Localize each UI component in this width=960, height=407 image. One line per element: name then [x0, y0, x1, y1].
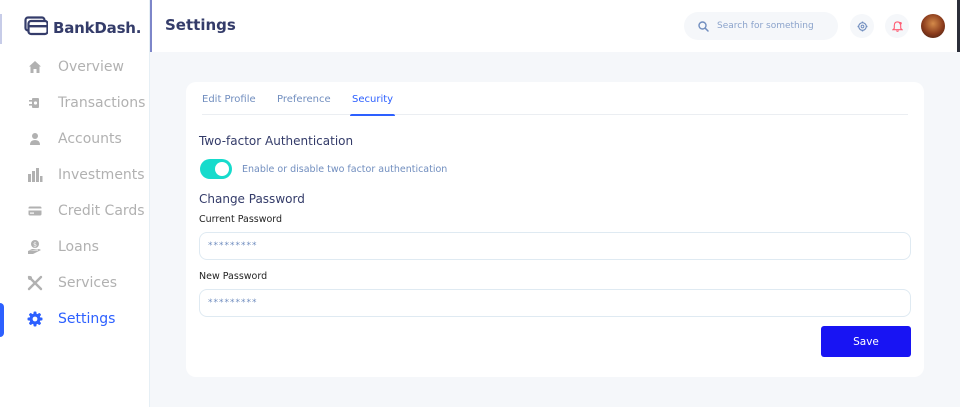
- transfer-icon: [26, 94, 44, 112]
- notifications-button[interactable]: [885, 14, 909, 38]
- sidebar-item-label: Overview: [58, 59, 124, 75]
- two-factor-description: Enable or disable two factor authenticat…: [242, 164, 448, 175]
- bell-icon: [891, 17, 903, 36]
- sidebar-item-overview[interactable]: Overview: [0, 49, 150, 85]
- search-bar[interactable]: [684, 12, 838, 40]
- app-name: BankDash.: [53, 19, 142, 37]
- settings-tabs: Edit Profile Preference Security: [202, 94, 908, 116]
- sidebar-item-label: Settings: [58, 311, 116, 327]
- sidebar-item-investments[interactable]: Investments: [0, 157, 150, 193]
- sidebar-item-label: Transactions: [58, 95, 146, 111]
- header: Settings: [150, 0, 960, 52]
- sidebar-item-label: Credit Cards: [58, 203, 145, 219]
- tab-edit-profile[interactable]: Edit Profile: [202, 94, 256, 115]
- change-password-title: Change Password: [199, 192, 305, 206]
- svg-text:$: $: [33, 241, 37, 248]
- tab-preference[interactable]: Preference: [277, 94, 331, 115]
- sidebar-item-label: Investments: [58, 167, 145, 183]
- tab-security[interactable]: Security: [349, 94, 396, 116]
- credit-card-icon: [26, 202, 44, 220]
- home-icon: [26, 58, 44, 76]
- sidebar-item-label: Accounts: [58, 131, 122, 147]
- page-title: Settings: [165, 16, 236, 34]
- sidebar-item-credit-cards[interactable]: Credit Cards: [0, 193, 150, 229]
- sidebar-item-settings[interactable]: Settings: [0, 301, 150, 337]
- settings-card: Edit Profile Preference Security Two-fac…: [186, 82, 924, 377]
- search-icon: [698, 17, 709, 36]
- logo[interactable]: BankDash.: [24, 16, 141, 40]
- gear-icon: [26, 310, 44, 328]
- current-password-label: Current Password: [199, 214, 283, 225]
- header-divider: [150, 0, 152, 52]
- services-icon: [26, 274, 44, 292]
- sidebar-item-transactions[interactable]: Transactions: [0, 85, 150, 121]
- main-content: Edit Profile Preference Security Two-fac…: [150, 52, 960, 407]
- sidebar: BankDash. Overview Transactions Accounts…: [0, 0, 150, 407]
- avatar[interactable]: [921, 14, 945, 38]
- current-password-field[interactable]: [199, 232, 911, 260]
- two-factor-title: Two-factor Authentication: [199, 134, 354, 148]
- gear-icon: [857, 17, 868, 36]
- sidebar-nav: Overview Transactions Accounts Investmen…: [0, 49, 150, 337]
- two-factor-toggle[interactable]: [200, 159, 232, 179]
- search-input[interactable]: [717, 21, 827, 31]
- sidebar-item-label: Services: [58, 275, 118, 291]
- user-icon: [26, 130, 44, 148]
- new-password-input[interactable]: [208, 298, 910, 308]
- sidebar-item-loans[interactable]: $ Loans: [0, 229, 150, 265]
- settings-button[interactable]: [850, 14, 874, 38]
- save-button[interactable]: Save: [821, 326, 911, 357]
- sidebar-item-accounts[interactable]: Accounts: [0, 121, 150, 157]
- loan-icon: $: [26, 238, 44, 256]
- investment-icon: [26, 166, 44, 184]
- new-password-label: New Password: [199, 271, 268, 282]
- logo-icon: [24, 16, 49, 40]
- sidebar-item-services[interactable]: Services: [0, 265, 150, 301]
- current-password-input[interactable]: [208, 241, 910, 251]
- sidebar-item-label: Loans: [58, 239, 99, 255]
- new-password-field[interactable]: [199, 289, 911, 317]
